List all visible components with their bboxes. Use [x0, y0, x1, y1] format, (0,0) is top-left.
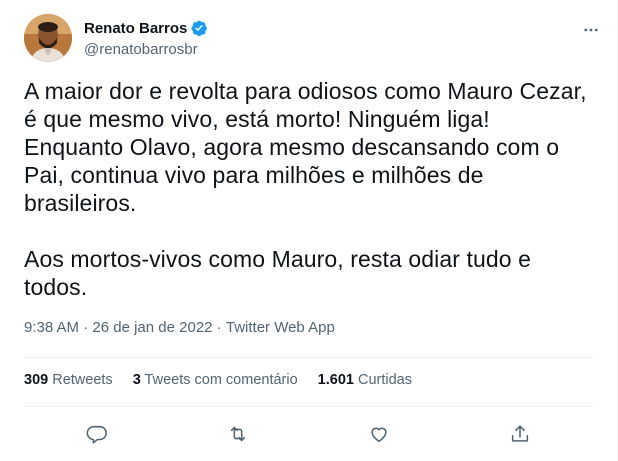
divider — [24, 406, 593, 407]
reply-icon[interactable] — [81, 418, 113, 450]
retweets-count: 309 — [24, 372, 49, 388]
quotes-stat[interactable]: 3 Tweets com comentário — [133, 372, 298, 388]
likes-count: 1.601 — [317, 372, 354, 388]
meta-separator: · — [79, 319, 93, 336]
retweet-icon[interactable] — [222, 418, 254, 450]
tweet-actions — [24, 418, 593, 450]
like-icon[interactable] — [363, 418, 395, 450]
tweet-meta: 9:38 AM · 26 de jan de 2022 · Twitter We… — [24, 319, 335, 336]
likes-label: Curtidas — [358, 372, 412, 388]
author-name-row: Renato Barros — [84, 19, 208, 37]
author-name[interactable]: Renato Barros — [84, 20, 187, 37]
quotes-label: Tweets com comentário — [144, 372, 298, 388]
tweet-source[interactable]: Twitter Web App — [226, 319, 335, 336]
divider — [24, 357, 593, 358]
avatar[interactable] — [24, 14, 72, 62]
tweet-date[interactable]: 26 de jan de 2022 — [92, 319, 212, 336]
tweet-text: A maior dor e revolta para odiosos como … — [24, 78, 587, 300]
quotes-count: 3 — [132, 372, 141, 388]
author-handle[interactable]: @renatobarrosbr — [84, 41, 198, 58]
retweets-stat[interactable]: 309 Retweets — [24, 372, 113, 388]
tweet-card: Renato Barros @renatobarrosbr A maior do… — [0, 0, 618, 461]
tweet-stats: 309 Retweets 3 Tweets com comentário 1.6… — [24, 372, 432, 388]
tweet-time[interactable]: 9:38 AM — [24, 319, 79, 336]
verified-badge-icon — [190, 19, 208, 37]
likes-stat[interactable]: 1.601 Curtidas — [318, 372, 412, 388]
retweets-label: Retweets — [52, 372, 113, 388]
more-horizontal-icon[interactable] — [579, 18, 603, 42]
meta-separator: · — [212, 319, 226, 336]
tweet-header: Renato Barros @renatobarrosbr — [24, 12, 603, 68]
share-icon[interactable] — [504, 418, 536, 450]
